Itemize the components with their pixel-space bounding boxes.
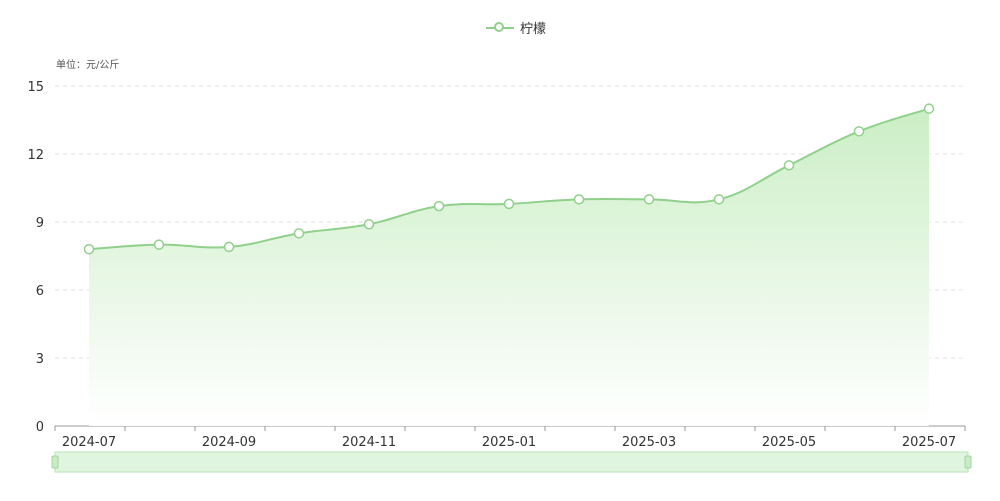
y-tick-label: 12 — [27, 148, 44, 163]
x-tick-label: 2025-01 — [482, 435, 536, 450]
data-point-2024-10 — [293, 228, 305, 239]
x-tick-label: 2024-07 — [62, 435, 116, 450]
data-point-2025-06 — [853, 126, 865, 137]
x-tick-label: 2025-03 — [622, 435, 676, 450]
x-tick-label: 2025-07 — [902, 435, 956, 450]
x-tick-label: 2025-05 — [762, 435, 816, 450]
x-tick-label: 2024-11 — [342, 435, 396, 450]
y-tick-label: 3 — [36, 352, 44, 367]
data-point-2025-04 — [713, 194, 725, 205]
series-area — [89, 108, 929, 427]
data-point-2025-03 — [643, 194, 655, 205]
y-tick-label: 6 — [36, 284, 44, 299]
data-point-2024-08 — [153, 239, 165, 250]
data-point-2025-01 — [503, 198, 515, 210]
data-point-2025-02 — [573, 194, 585, 205]
data-zoom-handle-start[interactable] — [51, 455, 59, 469]
data-point-2025-07 — [923, 103, 935, 114]
y-tick-label: 9 — [36, 216, 44, 231]
y-tick-label: 0 — [36, 420, 44, 435]
y-tick-label: 15 — [27, 80, 44, 95]
data-point-2024-09 — [223, 241, 235, 253]
area-chart: 0 3 6 9 12 15 2024-07 2024-09 2024-11 2025-01 2025… — [27, 80, 972, 473]
data-zoom-handle-end[interactable] — [964, 455, 972, 469]
data-point-2024-12 — [433, 200, 445, 212]
data-zoom-track[interactable] — [54, 451, 969, 473]
data-point-2024-07 — [83, 243, 95, 255]
data-point-2025-05 — [783, 160, 795, 171]
data-point-2024-11 — [363, 219, 375, 230]
x-tick-label: 2024-09 — [202, 435, 256, 450]
